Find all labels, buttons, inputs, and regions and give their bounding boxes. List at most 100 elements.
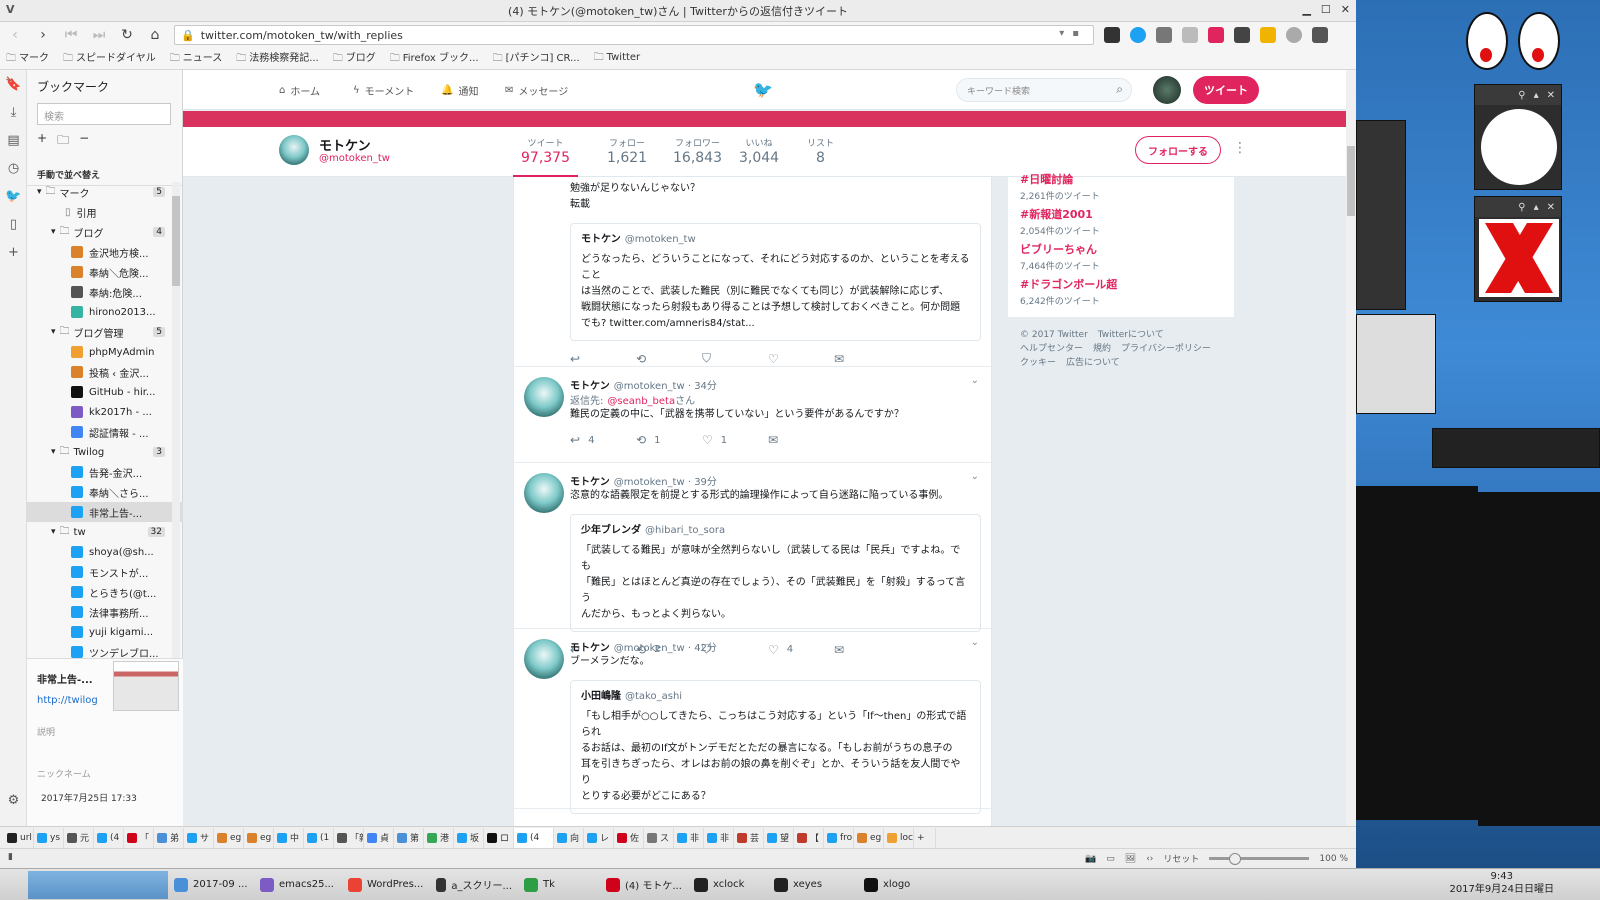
browser-tab[interactable]: 「新 xyxy=(334,827,364,848)
browser-tab[interactable]: 向 xyxy=(554,827,584,848)
new-folder-button[interactable]: 🗀 xyxy=(57,131,69,152)
tweet-author-name[interactable]: モトケン xyxy=(570,381,610,392)
notes-icon[interactable]: ▤ xyxy=(0,126,27,154)
add-bookmark-button[interactable]: + xyxy=(37,131,47,152)
tweet-author-handle[interactable]: @motoken_tw xyxy=(614,477,685,488)
tree-item[interactable]: phpMyAdmin xyxy=(27,342,183,362)
tweet-avatar[interactable] xyxy=(524,377,564,417)
browser-tab[interactable]: 非 xyxy=(704,827,734,848)
tweet-button[interactable]: ツイート xyxy=(1193,76,1259,104)
tweet-avatar[interactable] xyxy=(524,473,564,513)
tree-item[interactable]: とらきち(@t... xyxy=(27,582,183,602)
add-panel-icon[interactable]: + xyxy=(0,238,27,266)
tree-item[interactable]: 告発-金沢... xyxy=(27,462,183,482)
reply-action[interactable]: ↩ xyxy=(570,352,636,366)
footer-link[interactable]: Twitterについて xyxy=(1098,330,1164,340)
close-icon[interactable]: ✕ xyxy=(1547,90,1555,101)
browser-tab[interactable]: eg xyxy=(854,827,884,848)
browser-tab[interactable]: 佐 xyxy=(614,827,644,848)
forward-icon[interactable]: › xyxy=(34,26,52,44)
taskbar-item[interactable]: (4) モトケ... xyxy=(600,873,688,897)
expand-arrow-icon[interactable]: ▾ xyxy=(37,187,42,197)
terminal-window-1[interactable] xyxy=(1356,120,1406,310)
tree-item[interactable]: 奉納＼危険... xyxy=(27,262,183,282)
reload-icon[interactable]: ↻ xyxy=(118,26,136,44)
profile-stat[interactable]: ツイート 97,375 xyxy=(513,136,578,178)
browser-tab[interactable]: 【 xyxy=(794,827,824,848)
user-avatar[interactable] xyxy=(1153,76,1181,104)
browser-tab[interactable]: 「 xyxy=(124,827,154,848)
maximize-icon[interactable]: ▴ xyxy=(1534,202,1539,213)
bookmark-icon[interactable]: 🔖 xyxy=(0,70,27,98)
tweet[interactable]: ⌄ モトケン @motoken_tw · 34分 返信先: @seanb_betaさん難… xyxy=(514,367,991,463)
window-icon[interactable]: ▭ xyxy=(1106,854,1115,864)
trend-hashtag[interactable]: ビブリーちゃん xyxy=(1020,241,1100,257)
camera-icon[interactable]: 📷 xyxy=(1085,854,1096,864)
expand-arrow-icon[interactable]: ▾ xyxy=(51,227,56,237)
tree-item[interactable]: ▾ 🗀 ブログ 4 xyxy=(27,222,183,242)
expand-arrow-icon[interactable]: ▾ xyxy=(51,327,56,337)
browser-tab[interactable]: ロ xyxy=(484,827,514,848)
app-menu-button[interactable]: V xyxy=(6,3,15,16)
profile-stat[interactable]: フォロー 1,621 xyxy=(607,136,647,166)
settings-icon[interactable]: ⚙ xyxy=(0,786,27,814)
tree-item[interactable]: GitHub - hir... xyxy=(27,382,183,402)
tree-scrollbar[interactable] xyxy=(172,182,180,658)
page-scrollbar[interactable] xyxy=(1346,70,1356,826)
back-icon[interactable]: ‹ xyxy=(6,26,24,44)
retweet-action[interactable]: ⟲ xyxy=(636,352,702,366)
nav-home[interactable]: ⌂ ホーム xyxy=(279,83,320,98)
tweet-time[interactable]: 42分 xyxy=(694,643,717,654)
tweet-author-name[interactable]: モトケン xyxy=(570,643,610,654)
bookmark-toolbar-item[interactable]: 法務検察発記... xyxy=(236,49,319,68)
follow-button[interactable]: フォローする xyxy=(1135,136,1221,164)
code-icon[interactable]: ‹› xyxy=(1146,854,1153,864)
footer-link[interactable]: 規約 xyxy=(1093,344,1111,354)
quoted-tweet[interactable]: モトケン @motoken_tw どうなったら、どういうことになって、それにどう対応… xyxy=(570,223,981,341)
tree-item[interactable]: shoya(@sh... xyxy=(27,542,183,562)
tweet-avatar[interactable] xyxy=(524,639,564,679)
tree-item[interactable]: hirono2013... xyxy=(27,302,183,322)
bookmark-search-input[interactable]: 検索 xyxy=(37,103,171,125)
browser-tab[interactable]: 元 xyxy=(64,827,94,848)
rewind-icon[interactable]: ⏮ xyxy=(62,26,80,44)
tree-item[interactable]: ▯ 引用 xyxy=(27,202,183,222)
tree-item[interactable]: 認証情報 - ... xyxy=(27,422,183,442)
taskbar-item[interactable]: 2017-09 ... xyxy=(168,873,254,897)
footer-link[interactable]: プライバシーポリシー xyxy=(1121,344,1211,354)
panel-toggle-icon[interactable]: ▮ xyxy=(8,852,13,862)
taskbar-item[interactable]: xeyes xyxy=(768,873,858,897)
tree-item[interactable]: 法律事務所... xyxy=(27,602,183,622)
minimize-icon[interactable]: ▁ xyxy=(1302,3,1310,16)
tweet-author-name[interactable]: モトケン xyxy=(570,477,610,488)
retweet-action[interactable]: ⟲ 1 xyxy=(636,433,702,447)
tree-item[interactable]: yuji kigami... xyxy=(27,622,183,642)
browser-tab[interactable]: 望 xyxy=(764,827,794,848)
preview-nickname-label[interactable]: ニックネーム xyxy=(37,767,91,780)
tree-item[interactable]: 奉納＼さら... xyxy=(27,482,183,502)
taskbar-item[interactable]: xlogo xyxy=(858,873,948,897)
trend-hashtag[interactable]: #日曜討論 xyxy=(1020,171,1100,187)
tweet[interactable]: ⌄ モトケン @motoken_tw · 42分 ブーメランだな。 小田嶋隆 @tako_… xyxy=(514,629,991,826)
profile-stat[interactable]: いいね 3,044 xyxy=(739,136,779,166)
footer-link[interactable]: ヘルプセンター xyxy=(1020,344,1083,354)
reader-icon[interactable] xyxy=(1156,27,1172,43)
trend-item[interactable]: ビブリーちゃん 7,464件のツイート xyxy=(1020,241,1100,272)
bookmark-action[interactable]: ⛉ xyxy=(702,351,768,366)
browser-tab[interactable]: fro xyxy=(824,827,854,848)
taskbar-item[interactable]: WordPres... xyxy=(342,873,430,897)
browser-tab[interactable]: 中 xyxy=(274,827,304,848)
tweet-time[interactable]: 34分 xyxy=(694,381,717,392)
tree-item[interactable]: 金沢地方検... xyxy=(27,242,183,262)
tree-item[interactable]: kk2017h - ... xyxy=(27,402,183,422)
emacs-window[interactable] xyxy=(1356,486,1478,820)
taskbar-item[interactable]: Tk xyxy=(518,873,600,897)
bookmark-toolbar-item[interactable]: Firefox ブック... xyxy=(390,49,479,68)
browser-tab[interactable]: eg xyxy=(214,827,244,848)
profile-stat[interactable]: リスト 8 xyxy=(807,136,834,166)
maximize-icon[interactable]: ▴ xyxy=(1534,90,1539,101)
quoted-tweet[interactable]: 少年ブレンダ @hibari_to_sora 「武装してる難民」が意味が全然判らない… xyxy=(570,514,981,632)
trend-item[interactable]: #新報道2001 2,054件のツイート xyxy=(1020,206,1100,237)
browser-tab[interactable]: 第 xyxy=(394,827,424,848)
twitter-panel-icon[interactable]: 🐦 xyxy=(0,182,27,210)
